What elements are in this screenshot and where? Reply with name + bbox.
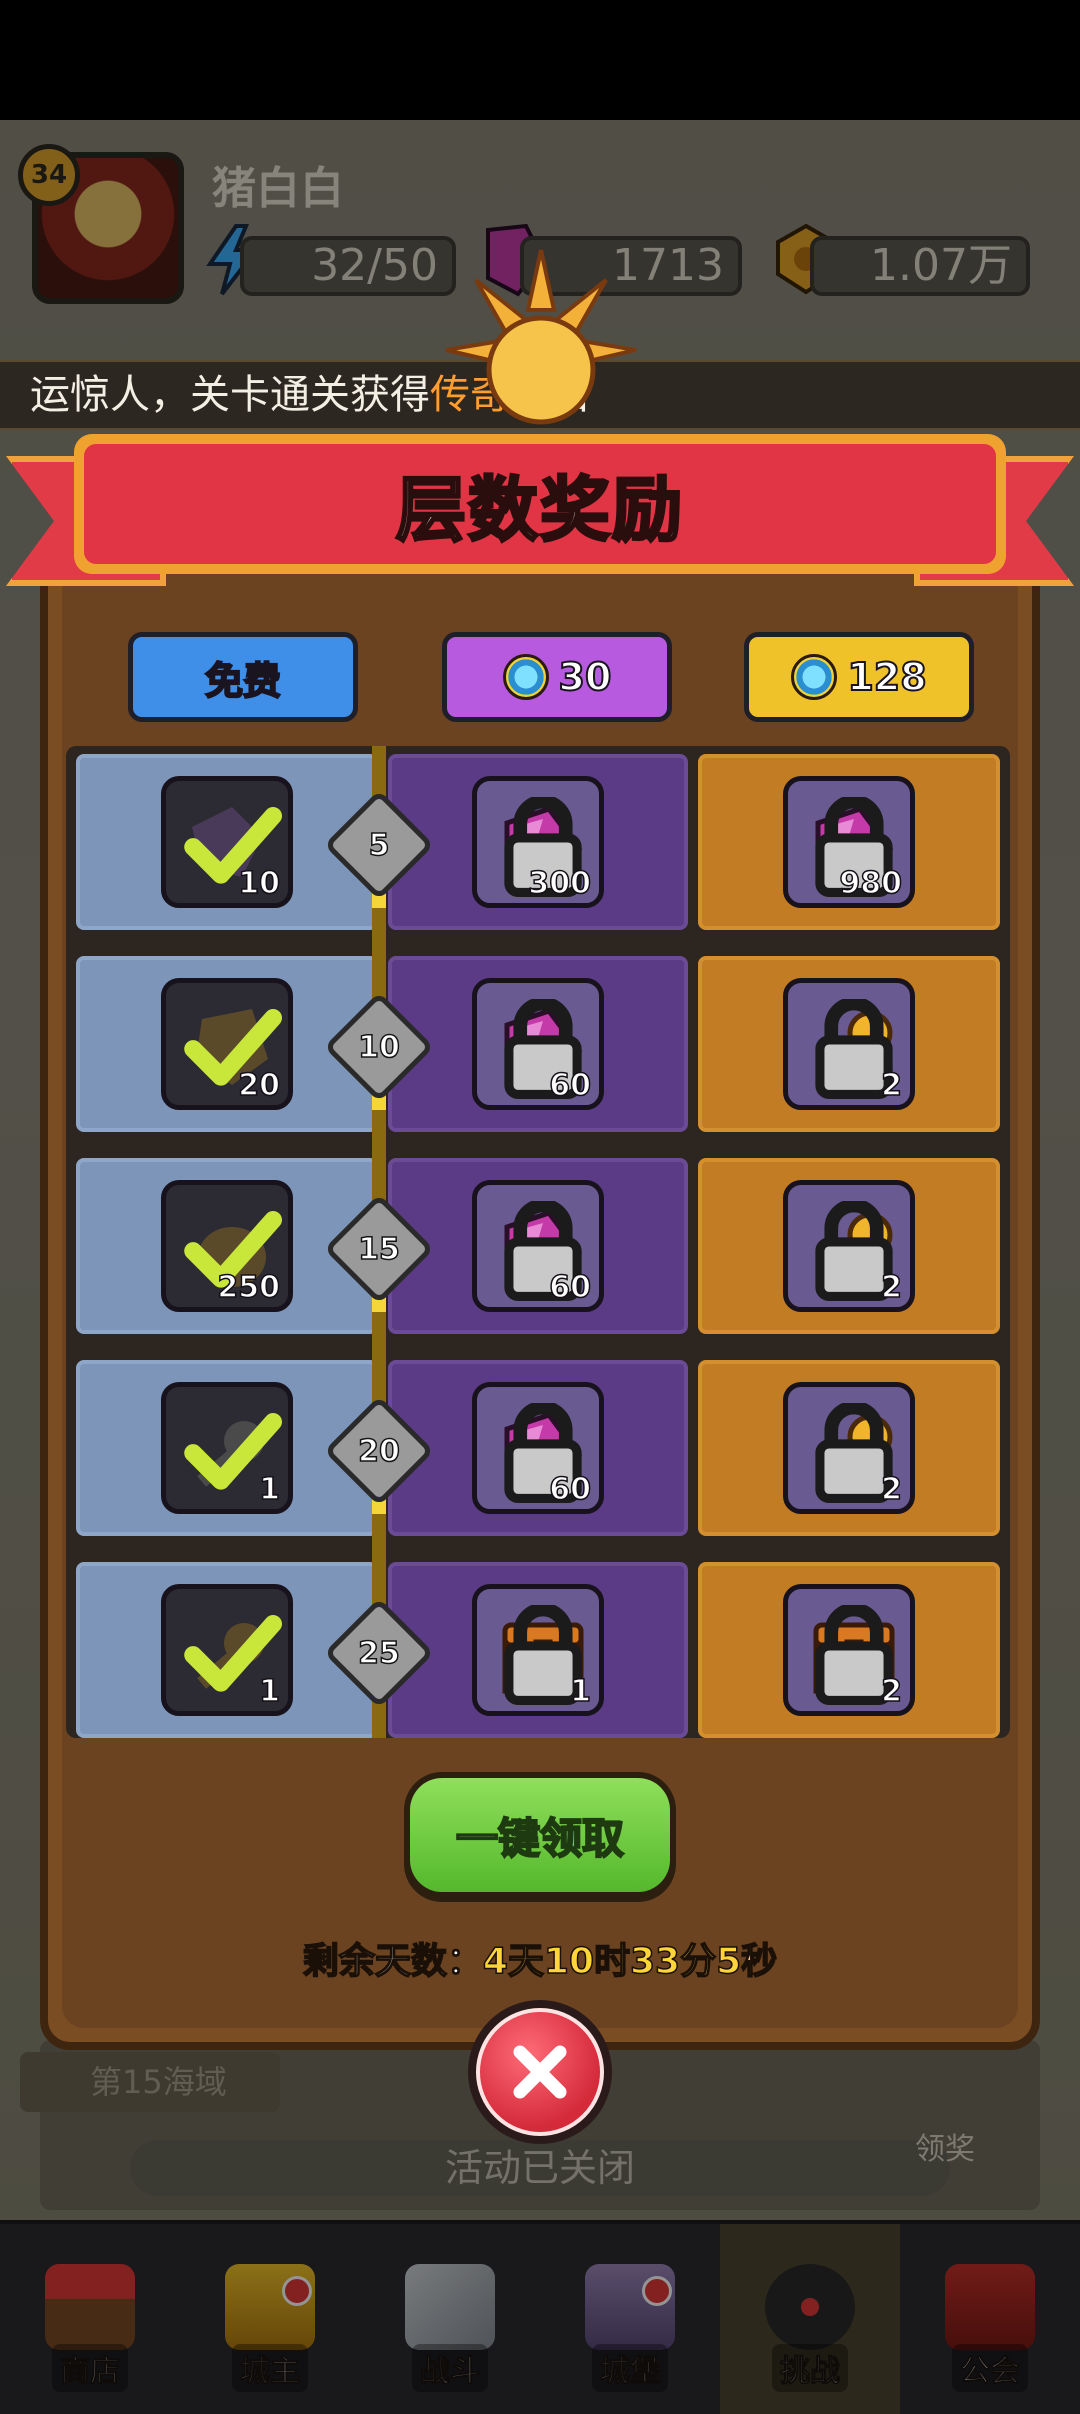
- diamond-coin-icon: [791, 654, 838, 700]
- gold-reward-cell[interactable]: 2: [698, 1158, 1000, 1334]
- reward-item: 2: [783, 1584, 915, 1716]
- gold-reward-cell[interactable]: 2: [698, 956, 1000, 1132]
- claim-all-label: 一键领取: [455, 1813, 625, 1864]
- reward-count: 2: [880, 1067, 902, 1104]
- purple-reward-cell[interactable]: 60: [388, 1158, 688, 1334]
- tier-free-badge: 免费: [128, 632, 358, 722]
- reward-item: 60: [472, 978, 604, 1110]
- gold-reward-cell[interactable]: 2: [698, 1562, 1000, 1738]
- reward-count: 2: [880, 1471, 902, 1508]
- reward-count: 10: [238, 865, 281, 902]
- countdown-value: 4天10时33分5秒: [482, 1940, 778, 1983]
- reward-item: 1: [472, 1584, 604, 1716]
- tier-gold-button[interactable]: 128: [744, 632, 974, 722]
- countdown-label: 剩余天数：: [302, 1940, 484, 1983]
- reward-count: 1: [569, 1673, 591, 1710]
- floor-label: 20: [357, 1433, 400, 1470]
- tier-purple-price: 30: [558, 654, 613, 700]
- reward-item: 1: [161, 1382, 293, 1514]
- reward-item: 2: [783, 1180, 915, 1312]
- claim-all-inner: 一键领取: [410, 1778, 670, 1892]
- close-button-face: [476, 2008, 604, 2136]
- purple-reward-cell[interactable]: 60: [388, 956, 688, 1132]
- title-ribbon-inner: 层数奖励: [84, 444, 996, 564]
- gold-reward-cell[interactable]: 980: [698, 754, 1000, 930]
- reward-item: 2: [783, 1382, 915, 1514]
- marquee-text: 运惊人，关卡通关获得: [30, 372, 430, 418]
- purple-reward-cell[interactable]: 60: [388, 1360, 688, 1536]
- reward-row: 250 60 2: [66, 1150, 1010, 1346]
- reward-row: 10 300 980: [66, 746, 1010, 942]
- reward-item: 250: [161, 1180, 293, 1312]
- countdown: 剩余天数：4天10时33分5秒: [0, 1932, 1080, 1984]
- reward-count: 2: [880, 1269, 902, 1306]
- purple-reward-cell[interactable]: 1: [388, 1562, 688, 1738]
- reward-count: 300: [528, 865, 592, 902]
- reward-item: 2: [783, 978, 915, 1110]
- reward-row: 1 60 2: [66, 1352, 1010, 1548]
- reward-item: 20: [161, 978, 293, 1110]
- gold-reward-cell[interactable]: 2: [698, 1360, 1000, 1536]
- tier-gold-price: 128: [846, 654, 927, 700]
- claim-all-button[interactable]: 一键领取: [404, 1772, 676, 1902]
- reward-item: 980: [783, 776, 915, 908]
- reward-count: 60: [549, 1471, 592, 1508]
- reward-count: 60: [549, 1269, 592, 1306]
- purple-reward-cell[interactable]: 300: [388, 754, 688, 930]
- floor-label: 10: [357, 1029, 400, 1066]
- sun-decoration-icon: [445, 249, 637, 425]
- reward-row: 1 1 2: [66, 1554, 1010, 1738]
- reward-item: 1: [161, 1584, 293, 1716]
- floor-label: 15: [357, 1231, 400, 1268]
- floor-label: 5: [368, 827, 390, 864]
- floor-label: 25: [357, 1635, 400, 1672]
- reward-count: 20: [238, 1067, 281, 1104]
- tier-purple-button[interactable]: 30: [442, 632, 672, 722]
- title-ribbon: 层数奖励: [74, 434, 1006, 574]
- reward-count: 1: [258, 1471, 280, 1508]
- reward-item: 60: [472, 1382, 604, 1514]
- tier-free-label: 免费: [204, 658, 282, 704]
- reward-grid[interactable]: 10 300 980 20 60 2 250 60 2 1 60 2 1 1 2: [66, 746, 1010, 1738]
- reward-item: 300: [472, 776, 604, 908]
- reward-row: 20 60 2: [66, 948, 1010, 1144]
- reward-item: 10: [161, 776, 293, 908]
- reward-count: 2: [880, 1673, 902, 1710]
- modal-title: 层数奖励: [395, 467, 684, 552]
- close-icon: [513, 2045, 567, 2099]
- reward-count: 980: [839, 865, 903, 902]
- diamond-coin-icon: [502, 654, 549, 700]
- reward-count: 250: [217, 1269, 281, 1306]
- reward-count: 1: [258, 1673, 280, 1710]
- reward-count: 60: [549, 1067, 592, 1104]
- status-bar: [0, 0, 1080, 120]
- close-button[interactable]: [468, 2000, 612, 2144]
- reward-item: 60: [472, 1180, 604, 1312]
